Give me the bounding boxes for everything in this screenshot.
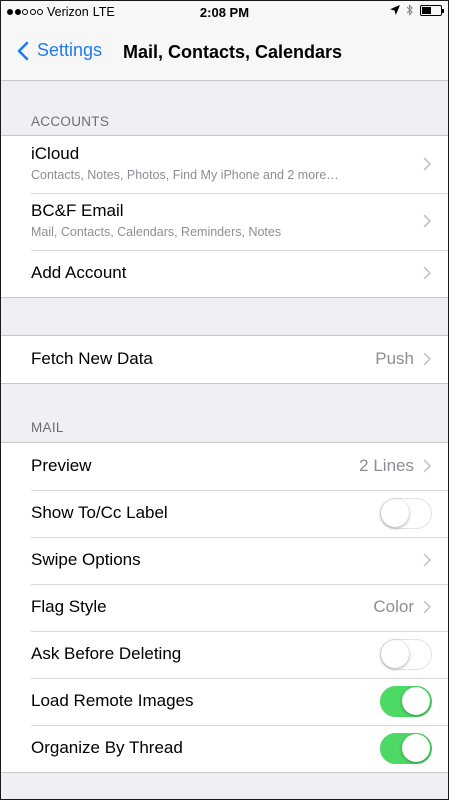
- ask-before-deleting-row: Ask Before Deleting: [1, 631, 448, 678]
- status-bar: Verizon LTE 2:08 PM: [1, 1, 448, 23]
- location-arrow-icon: [390, 5, 400, 15]
- chevron-right-icon: [423, 266, 432, 280]
- battery-icon: [420, 4, 444, 16]
- mail-group: Preview 2 Lines Show To/Cc Label Swipe O…: [1, 442, 448, 773]
- fetch-new-data-value: Push: [375, 349, 414, 368]
- account-title: BC&F Email: [31, 201, 124, 220]
- flag-style-row[interactable]: Flag Style Color: [1, 584, 448, 631]
- show-tocc-label-row: Show To/Cc Label: [1, 490, 448, 537]
- organize-by-thread-label: Organize By Thread: [31, 738, 183, 757]
- load-remote-images-row: Load Remote Images: [1, 678, 448, 725]
- chevron-right-icon: [423, 600, 432, 614]
- chevron-right-icon: [423, 157, 432, 171]
- swipe-options-label: Swipe Options: [31, 550, 141, 569]
- preview-row[interactable]: Preview 2 Lines: [1, 443, 448, 490]
- flag-style-label: Flag Style: [31, 597, 107, 616]
- back-label: Settings: [37, 40, 103, 60]
- account-row-icloud[interactable]: iCloud Contacts, Notes, Photos, Find My …: [1, 136, 448, 193]
- chevron-right-icon: [423, 214, 432, 228]
- navigation-bar: Settings Mail, Contacts, Calendars: [1, 23, 448, 81]
- fetch-new-data-label: Fetch New Data: [31, 349, 153, 368]
- chevron-left-icon: [17, 41, 29, 60]
- account-subtitle: Mail, Contacts, Calendars, Reminders, No…: [31, 225, 282, 239]
- back-button[interactable]: Settings: [17, 40, 102, 61]
- chevron-right-icon: [423, 459, 432, 473]
- chevron-right-icon: [423, 352, 432, 366]
- preview-label: Preview: [31, 456, 92, 475]
- show-tocc-label: Show To/Cc Label: [31, 503, 168, 522]
- add-account-label: Add Account: [31, 263, 127, 282]
- chevron-right-icon: [423, 553, 432, 567]
- add-account-row[interactable]: Add Account: [1, 250, 448, 297]
- account-title: iCloud: [31, 144, 80, 163]
- account-row-bcf-email[interactable]: BC&F Email Mail, Contacts, Calendars, Re…: [1, 193, 448, 250]
- accounts-group: iCloud Contacts, Notes, Photos, Find My …: [1, 135, 448, 298]
- flag-style-value: Color: [373, 597, 414, 616]
- load-remote-images-label: Load Remote Images: [31, 691, 194, 710]
- mail-section-header: MAIL: [31, 420, 64, 435]
- fetch-group: Fetch New Data Push: [1, 335, 448, 384]
- accounts-section-header: ACCOUNTS: [31, 114, 110, 129]
- load-remote-images-toggle[interactable]: [380, 686, 432, 717]
- ask-before-deleting-toggle[interactable]: [380, 639, 432, 670]
- status-time: 2:08 PM: [199, 5, 250, 20]
- ask-before-deleting-label: Ask Before Deleting: [31, 644, 182, 663]
- show-tocc-toggle[interactable]: [380, 498, 432, 529]
- organize-by-thread-row: Organize By Thread: [1, 725, 448, 772]
- page-title: Mail, Contacts, Calendars: [123, 42, 343, 62]
- bluetooth-icon: [406, 4, 413, 16]
- fetch-new-data-row[interactable]: Fetch New Data Push: [1, 336, 448, 383]
- account-subtitle: Contacts, Notes, Photos, Find My iPhone …: [31, 168, 339, 182]
- swipe-options-row[interactable]: Swipe Options: [1, 537, 448, 584]
- preview-value: 2 Lines: [359, 456, 414, 475]
- organize-by-thread-toggle[interactable]: [380, 733, 432, 764]
- status-icons: [390, 4, 444, 16]
